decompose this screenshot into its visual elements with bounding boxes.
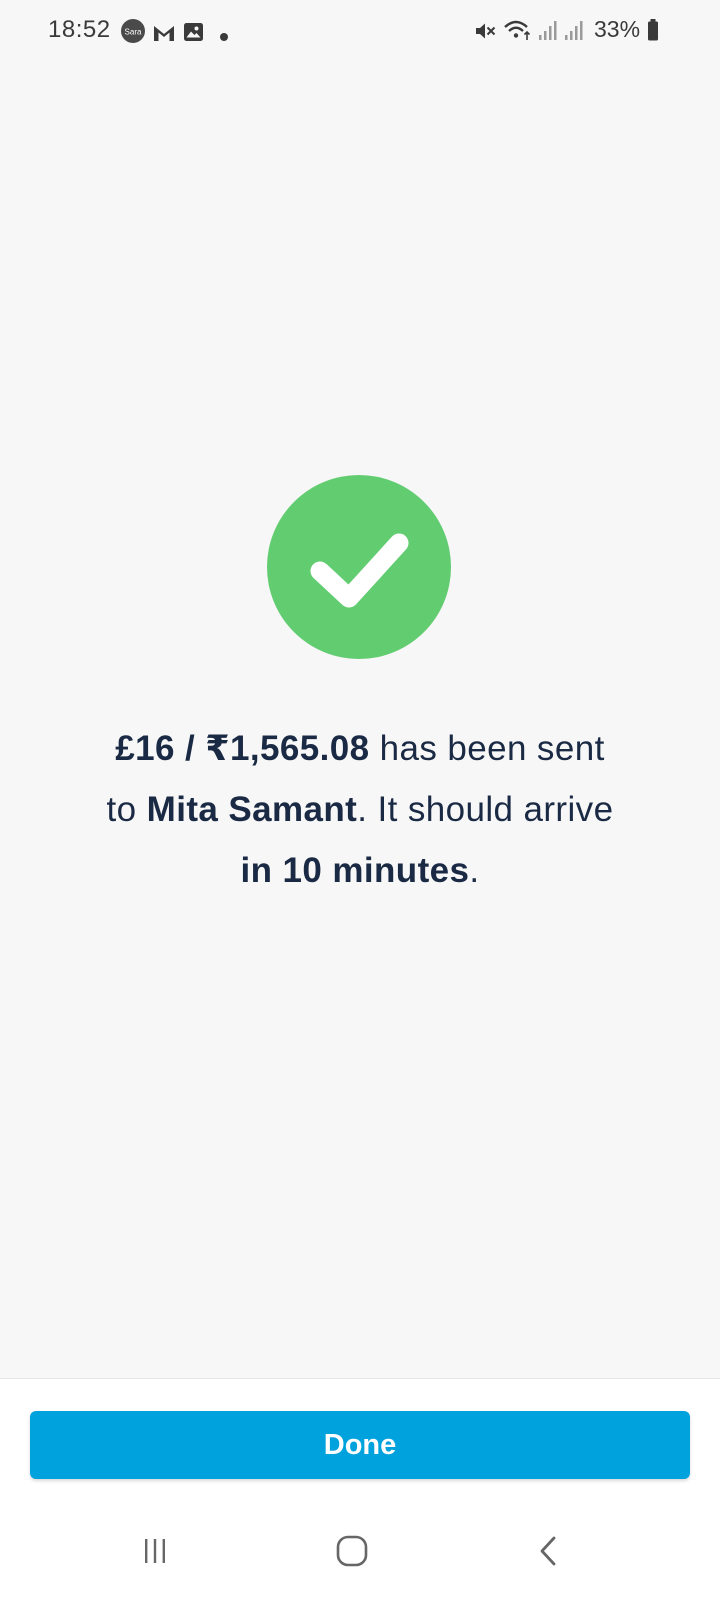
wifi-icon <box>504 20 531 40</box>
home-icon <box>336 1535 368 1567</box>
check-icon <box>310 533 409 608</box>
done-button[interactable]: Done <box>30 1411 690 1479</box>
recent-apps-button[interactable] <box>125 1526 185 1576</box>
recipient-name: Mita Samant <box>146 790 358 829</box>
back-button[interactable] <box>519 1526 579 1576</box>
gmail-icon <box>154 26 174 41</box>
battery-percentage: 33% <box>594 16 641 42</box>
mute-icon <box>476 23 496 39</box>
message-text: . <box>469 851 480 890</box>
message-text: to <box>106 790 147 829</box>
confirmation-message: £16 / ₹1,565.08 has been sent to Mita Sam… <box>40 718 680 901</box>
sara-badge-label: Sara <box>125 28 142 37</box>
arrival-time: in 10 minutes <box>240 851 470 890</box>
back-icon <box>540 1536 556 1566</box>
message-text: . It should arrive <box>357 790 614 829</box>
message-text: has been sent <box>369 729 605 768</box>
status-bar: 18:52 Sara 33% <box>0 0 720 62</box>
success-check-circle <box>267 475 451 659</box>
transfer-amount: £16 / ₹1,565.08 <box>115 729 370 768</box>
dot-icon <box>220 33 228 41</box>
home-button[interactable] <box>322 1526 382 1576</box>
gallery-icon <box>184 23 203 41</box>
navigation-bar <box>0 1516 720 1600</box>
status-time: 18:52 <box>48 16 111 43</box>
sara-badge-icon: Sara <box>121 19 145 43</box>
battery-icon <box>648 19 658 41</box>
signal-icon <box>565 21 583 40</box>
signal-icon <box>539 21 557 40</box>
recent-apps-icon <box>145 1539 165 1563</box>
